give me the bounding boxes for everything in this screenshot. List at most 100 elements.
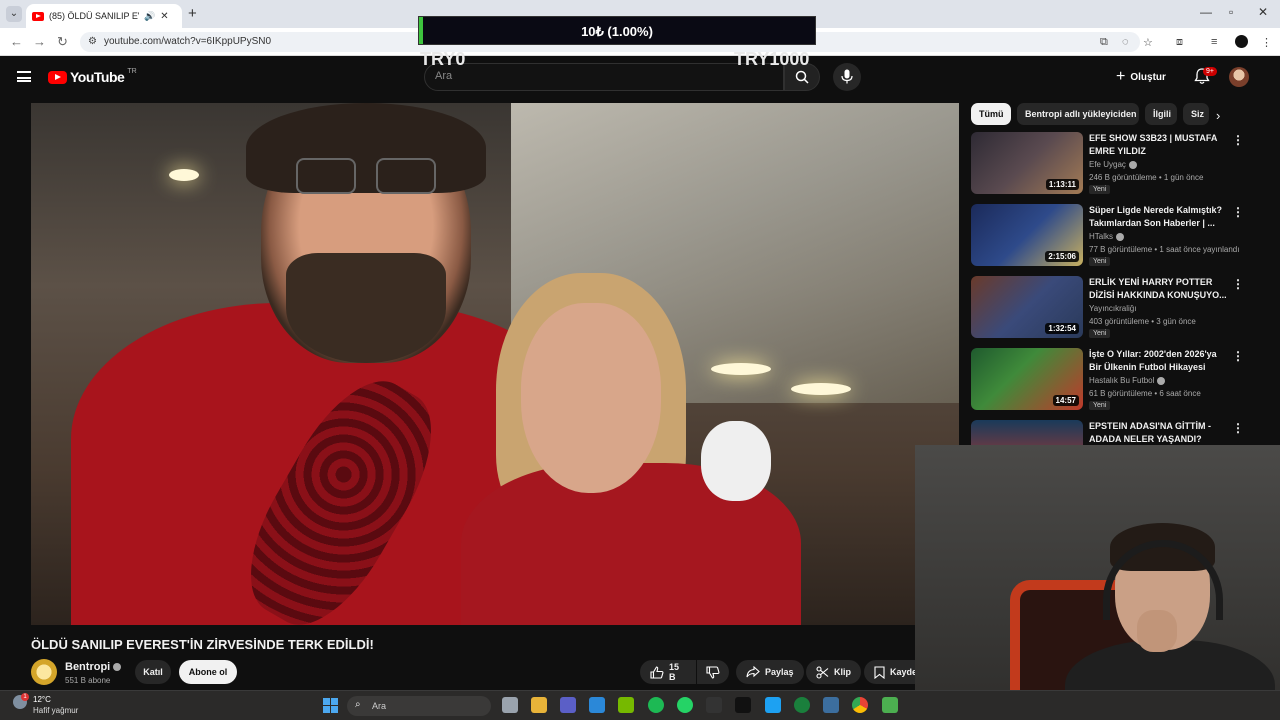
chip-you[interactable]: Siz <box>1183 103 1209 125</box>
recommendation-title[interactable]: EFE SHOW S3B23 | MUSTAFA EMRE YILDIZ <box>1089 132 1227 158</box>
forward-icon[interactable]: → <box>33 34 46 49</box>
kick-icon[interactable] <box>735 697 751 713</box>
new-badge: Yeni <box>1089 401 1111 410</box>
extensions-icon[interactable]: ⧈ <box>1176 36 1183 49</box>
video-duration: 14:57 <box>1052 395 1079 406</box>
task-view-icon[interactable] <box>502 697 518 713</box>
tab-title: (85) ÖLDÜ SANILIP EVEREST <box>49 11 139 21</box>
site-info-icon[interactable]: ⚙ <box>88 36 97 47</box>
menu-icon[interactable] <box>17 71 31 82</box>
youtube-logo[interactable]: YouTube TR <box>48 68 137 85</box>
tab-list-button[interactable]: ⌄ <box>6 6 22 22</box>
recommendation-item[interactable]: EPSTEIN ADASI'NA GİTTİM - ADADA NELER YA… <box>971 420 1261 446</box>
recommendation-channel-row[interactable]: Hastalık Bu Futbol <box>1089 376 1166 385</box>
video-scene-glasses <box>296 158 436 194</box>
media-control-icon[interactable]: ≡ <box>1211 36 1217 48</box>
recommendation-thumbnail[interactable]: 1:32:54 <box>971 276 1083 338</box>
new-tab-button[interactable]: + <box>188 5 197 22</box>
more-options-icon[interactable]: ⋮ <box>1232 349 1244 363</box>
recommendation-thumbnail[interactable]: 14:57 <box>971 348 1083 410</box>
store-icon[interactable] <box>589 697 605 713</box>
chip-related[interactable]: İlgili <box>1145 103 1177 125</box>
xbox-icon[interactable] <box>794 697 810 713</box>
minimize-icon[interactable]: — <box>1200 5 1212 19</box>
browser-profile-avatar[interactable] <box>1235 35 1248 48</box>
start-menu-icon[interactable] <box>323 698 338 713</box>
recommendation-meta: 61 B görüntüleme • 6 saat önce <box>1089 389 1201 398</box>
taskbar-search[interactable]: ⌕ Ara <box>347 696 491 716</box>
whatsapp-icon[interactable] <box>677 697 693 713</box>
join-button[interactable]: Katıl <box>135 660 171 684</box>
bookmark-star-icon[interactable]: ☆ <box>1143 36 1153 49</box>
more-options-icon[interactable]: ⋮ <box>1232 421 1244 435</box>
recommendation-item[interactable]: 1:32:54 ERLİK YENİ HARRY POTTER DİZİSİ H… <box>971 276 1261 342</box>
recommendation-channel-row[interactable]: Efe Uygaç <box>1089 160 1137 169</box>
back-icon[interactable]: ← <box>10 34 23 49</box>
like-button[interactable]: 15 B <box>640 660 696 684</box>
dislike-button[interactable] <box>697 660 729 684</box>
recommendation-title[interactable]: Süper Ligde Nerede Kalmıştık? Takımlarda… <box>1089 204 1227 230</box>
recommendation-channel[interactable]: Yayıncıkraliğı <box>1089 304 1136 313</box>
recommendation-title[interactable]: EPSTEIN ADASI'NA GİTTİM - ADADA NELER YA… <box>1089 420 1227 446</box>
browser-menu-icon[interactable]: ⋮ <box>1261 36 1272 49</box>
recommendation-item[interactable]: 1:13:11 EFE SHOW S3B23 | MUSTAFA EMRE YI… <box>971 132 1261 198</box>
epic-games-icon[interactable] <box>706 697 722 713</box>
chip-from-uploader[interactable]: Bentropi adlı yükleyiciden <box>1017 103 1139 125</box>
weather-alert-badge: 1 <box>21 693 29 701</box>
tab-close-icon[interactable]: ✕ <box>160 11 168 22</box>
install-app-icon[interactable]: ⧉ <box>1100 36 1108 49</box>
chip-all[interactable]: Tümü <box>971 103 1011 125</box>
minecraft-icon[interactable] <box>882 697 898 713</box>
recommendation-channel-row[interactable]: HTalks <box>1089 232 1125 241</box>
chips-next-arrow-icon[interactable]: › <box>1216 108 1220 123</box>
more-options-icon[interactable]: ⋮ <box>1232 277 1244 291</box>
recommendation-title[interactable]: ERLİK YENİ HARRY POTTER DİZİSİ HAKKINDA … <box>1089 276 1227 302</box>
recommendation-thumbnail[interactable] <box>971 420 1083 446</box>
speaker-icon[interactable]: 🔊 <box>144 11 155 22</box>
account-avatar[interactable] <box>1229 67 1249 87</box>
recommendation-title[interactable]: İşte O Yıllar: 2002'den 2026'ya Bir Ülke… <box>1089 348 1227 374</box>
more-options-icon[interactable]: ⋮ <box>1232 205 1244 219</box>
recommendation-meta: 77 B görüntüleme • 1 saat önce yayınland… <box>1089 245 1240 254</box>
video-scene-woman-face <box>521 303 661 493</box>
video-player[interactable] <box>31 103 959 625</box>
recommendation-thumbnail[interactable]: 2:15:06 <box>971 204 1083 266</box>
voice-search-button[interactable] <box>833 63 861 91</box>
create-label: Oluştur <box>1130 71 1166 83</box>
chrome-icon[interactable] <box>852 697 868 713</box>
channel-name-row[interactable]: Bentropi <box>65 661 122 673</box>
search-icon: ⌕ <box>355 699 361 710</box>
reload-icon[interactable]: ↻ <box>57 34 68 50</box>
channel-avatar[interactable] <box>31 659 57 685</box>
window-close-icon[interactable]: ✕ <box>1258 5 1268 19</box>
nvidia-icon[interactable] <box>618 697 634 713</box>
spotify-icon[interactable] <box>648 697 664 713</box>
eye-off-icon[interactable]: ◌ <box>1122 36 1129 48</box>
maximize-icon[interactable]: ▫ <box>1229 5 1233 19</box>
like-count: 15 B <box>669 662 680 682</box>
recommendation-item[interactable]: 2:15:06 Süper Ligde Nerede Kalmıştık? Ta… <box>971 204 1261 270</box>
share-icon <box>746 666 760 678</box>
donation-goal-max: TRY1000 <box>734 49 810 69</box>
donation-goal-bar: 10₺ (1.00%) <box>418 16 816 45</box>
more-options-icon[interactable]: ⋮ <box>1232 133 1244 147</box>
recommendation-thumbnail[interactable]: 1:13:11 <box>971 132 1083 194</box>
save-button[interactable]: Kaydet <box>864 660 915 684</box>
share-button[interactable]: Paylaş <box>736 660 804 684</box>
twitter-icon[interactable] <box>765 697 781 713</box>
channel-name: Bentropi <box>65 661 111 673</box>
youtube-play-icon <box>48 70 67 84</box>
file-explorer-icon[interactable] <box>531 697 547 713</box>
app-icon[interactable] <box>823 697 839 713</box>
subscribe-button[interactable]: Abone ol <box>179 660 237 684</box>
teams-icon[interactable] <box>560 697 576 713</box>
search-input[interactable]: Ara <box>424 63 784 91</box>
recommendation-item[interactable]: 14:57 İşte O Yıllar: 2002'den 2026'ya Bi… <box>971 348 1261 414</box>
search-placeholder: Ara <box>435 70 453 82</box>
video-duration: 1:32:54 <box>1045 323 1079 334</box>
recommendation-meta: 403 görüntüleme • 3 gün önce <box>1089 317 1196 326</box>
clip-button[interactable]: Klip <box>806 660 861 684</box>
search-icon <box>795 70 809 84</box>
browser-tab[interactable]: (85) ÖLDÜ SANILIP EVEREST 🔊 ✕ <box>26 4 182 28</box>
create-button[interactable]: + Oluştur <box>1116 66 1166 88</box>
